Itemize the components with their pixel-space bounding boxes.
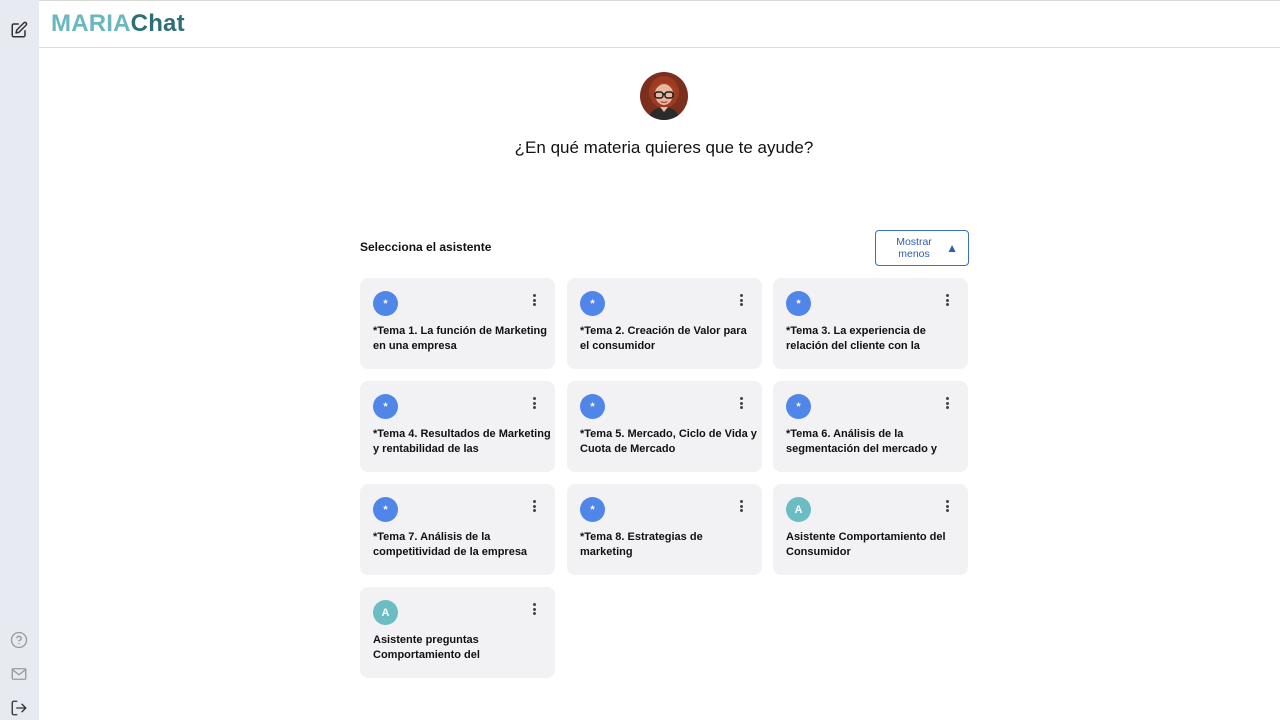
assistant-badge: * <box>373 394 398 419</box>
assistant-card[interactable]: * *Tema 6. Análisis de la segmentación d… <box>773 381 968 472</box>
assistant-badge: * <box>580 497 605 522</box>
assistant-badge: * <box>580 291 605 316</box>
more-vertical-icon[interactable] <box>527 498 541 514</box>
app-logo[interactable]: MARIAChat <box>51 10 185 38</box>
help-icon <box>10 631 28 649</box>
assistant-badge: * <box>373 497 398 522</box>
sidebar <box>0 0 39 720</box>
logout-button[interactable] <box>8 697 30 719</box>
assistant-title: *Tema 4. Resultados de Marketing y renta… <box>373 428 551 455</box>
assistant-card[interactable]: A Asistente preguntas Comportamiento del <box>360 587 555 678</box>
assistant-title: *Tema 7. Análisis de la competitividad d… <box>373 531 528 558</box>
assistant-card[interactable]: * *Tema 2. Creación de Valor para el con… <box>567 278 762 369</box>
assistant-title: Asistente preguntas Comportamiento del <box>373 634 480 661</box>
more-vertical-icon[interactable] <box>734 292 748 308</box>
assistant-badge: A <box>786 497 811 522</box>
more-vertical-icon[interactable] <box>940 498 954 514</box>
assistant-title: *Tema 2. Creación de Valor para el consu… <box>580 325 747 352</box>
more-vertical-icon[interactable] <box>734 498 748 514</box>
new-chat-button[interactable] <box>8 19 30 41</box>
assistant-title: *Tema 8. Estrategias de marketing <box>580 531 703 558</box>
assistant-card[interactable]: * *Tema 5. Mercado, Ciclo de Vida y Cuot… <box>567 381 762 472</box>
header: MARIAChat <box>39 0 1280 48</box>
logo-part-maria: MARIA <box>51 10 131 37</box>
assistant-card[interactable]: * *Tema 3. La experiencia de relación de… <box>773 278 968 369</box>
assistant-badge: * <box>580 394 605 419</box>
assistant-card[interactable]: * *Tema 1. La función de Marketing en un… <box>360 278 555 369</box>
more-vertical-icon[interactable] <box>940 292 954 308</box>
assistant-card[interactable]: * *Tema 4. Resultados de Marketing y ren… <box>360 381 555 472</box>
assistant-title: *Tema 6. Análisis de la segmentación del… <box>786 428 937 455</box>
more-vertical-icon[interactable] <box>527 292 541 308</box>
edit-icon <box>11 21 28 38</box>
assistant-title: *Tema 5. Mercado, Ciclo de Vida y Cuota … <box>580 428 757 455</box>
logout-icon <box>11 700 27 716</box>
avatar-portrait <box>640 72 688 120</box>
more-vertical-icon[interactable] <box>940 395 954 411</box>
more-vertical-icon[interactable] <box>527 601 541 617</box>
more-vertical-icon[interactable] <box>527 395 541 411</box>
select-assistant-label: Selecciona el asistente <box>360 240 492 254</box>
assistant-card[interactable]: * *Tema 8. Estrategias de marketing <box>567 484 762 575</box>
show-less-label: Mostrar menos <box>896 236 932 260</box>
assistant-badge: A <box>373 600 398 625</box>
show-less-button[interactable]: Mostrar menos ▲ <box>875 230 969 266</box>
assistant-title: *Tema 1. La función de Marketing en una … <box>373 325 547 352</box>
assistant-title: Asistente Comportamiento del Consumidor <box>786 531 946 558</box>
mail-icon <box>11 668 27 680</box>
assistant-title: *Tema 3. La experiencia de relación del … <box>786 325 926 352</box>
assistant-badge: * <box>373 291 398 316</box>
assistant-card[interactable]: * *Tema 7. Análisis de la competitividad… <box>360 484 555 575</box>
contact-button[interactable] <box>8 663 30 685</box>
assistant-badge: * <box>786 291 811 316</box>
assistant-card[interactable]: A Asistente Comportamiento del Consumido… <box>773 484 968 575</box>
prompt-question: ¿En qué materia quieres que te ayude? <box>514 138 814 157</box>
more-vertical-icon[interactable] <box>734 395 748 411</box>
assistant-badge: * <box>786 394 811 419</box>
triangle-up-icon: ▲ <box>946 241 958 255</box>
assistant-avatar <box>640 72 688 120</box>
help-button[interactable] <box>8 629 30 651</box>
logo-part-chat: Chat <box>130 10 185 37</box>
